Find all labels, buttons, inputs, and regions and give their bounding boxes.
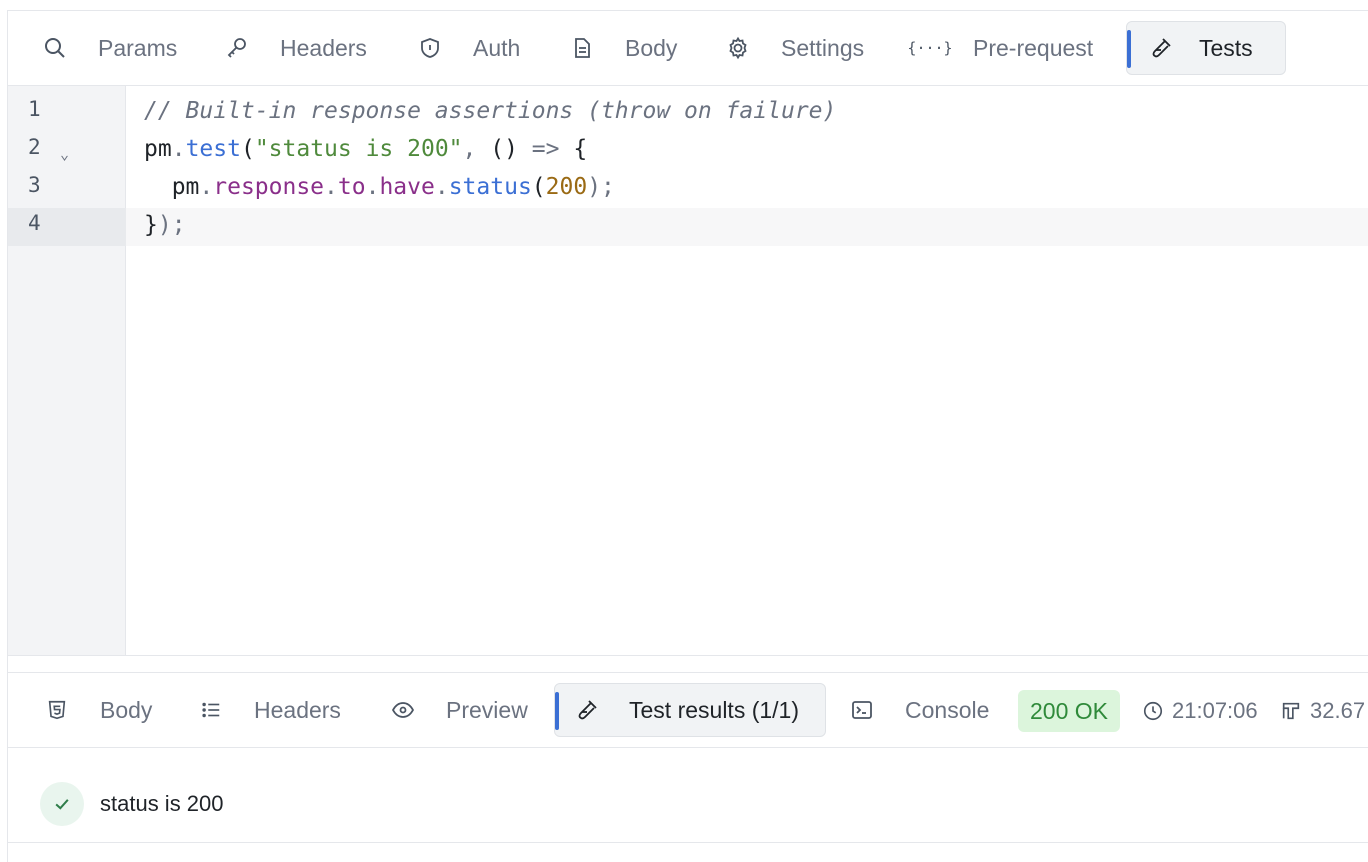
response-size: 32.67 xyxy=(1280,690,1365,732)
tab-tests[interactable]: Tests xyxy=(1126,21,1286,75)
list-icon xyxy=(199,698,223,722)
line-gutter: 1 2 ⌄ 3 4 xyxy=(8,86,126,655)
tab-body[interactable]: Body xyxy=(570,21,677,75)
code-line-4: }); xyxy=(144,212,186,238)
flask-icon xyxy=(575,698,599,722)
line-number: 4 xyxy=(28,211,41,235)
tab-label: Preview xyxy=(446,696,528,723)
clock-icon xyxy=(1142,700,1164,722)
tab-label: Pre-request xyxy=(973,34,1094,61)
tab-settings[interactable]: Settings xyxy=(726,21,864,75)
test-result-name: status is 200 xyxy=(100,791,224,816)
response-time-value: 21:07:06 xyxy=(1172,698,1258,723)
tab-response-headers[interactable]: Headers xyxy=(199,683,341,737)
tab-auth[interactable]: Auth xyxy=(418,21,520,75)
response-time: 21:07:06 xyxy=(1142,690,1258,732)
tab-console[interactable]: Console xyxy=(850,683,989,737)
tab-label: Test results (1/1) xyxy=(629,696,799,723)
response-tabs: Body Headers Preview Test results (1/1) … xyxy=(8,672,1368,748)
tab-label: Console xyxy=(905,696,990,723)
response-size-value: 32.67 xyxy=(1310,698,1366,723)
document-icon xyxy=(570,36,594,60)
size-icon xyxy=(1280,700,1302,722)
tab-label: Body xyxy=(100,696,153,723)
active-gutter-highlight xyxy=(8,208,126,246)
tab-label: Headers xyxy=(280,34,367,61)
tab-label: Body xyxy=(625,34,678,61)
status-badge: 200 OK xyxy=(1018,690,1120,732)
terminal-icon xyxy=(850,698,874,722)
fold-chevron-icon[interactable]: ⌄ xyxy=(60,145,69,163)
request-tabs: Params Headers Auth Body Settings {···} … xyxy=(8,11,1368,86)
test-results-panel: status is 200 xyxy=(8,748,1368,843)
gear-icon xyxy=(726,36,750,60)
tab-headers[interactable]: Headers xyxy=(225,21,367,75)
key-icon xyxy=(225,36,249,60)
html5-icon xyxy=(45,698,69,722)
code-editor[interactable]: 1 2 ⌄ 3 4 // Built-in response assertion… xyxy=(8,86,1368,656)
check-icon xyxy=(40,782,84,826)
tab-prerequest[interactable]: {···} Pre-request xyxy=(907,21,1094,75)
eye-icon xyxy=(391,698,415,722)
tab-label: Auth xyxy=(473,34,521,61)
tab-label: Params xyxy=(98,34,178,61)
tab-response-body[interactable]: Body xyxy=(45,683,152,737)
braces-icon: {···} xyxy=(907,39,953,57)
shield-icon xyxy=(418,36,442,60)
code-line-1: // Built-in response assertions (throw o… xyxy=(144,98,837,124)
code-line-2: pm.test("status is 200", () => { xyxy=(144,136,588,162)
tab-params[interactable]: Params xyxy=(43,21,177,75)
tab-label: Tests xyxy=(1199,34,1253,61)
code-line-3: pm.response.to.have.status(200); xyxy=(144,174,615,200)
tab-test-results[interactable]: Test results (1/1) xyxy=(554,683,826,737)
line-number: 2 xyxy=(28,135,41,159)
tab-label: Settings xyxy=(781,34,865,61)
line-number: 1 xyxy=(28,97,41,121)
active-line-highlight xyxy=(8,208,1368,246)
search-icon xyxy=(43,36,67,60)
tab-response-preview[interactable]: Preview xyxy=(391,683,528,737)
test-result-row: status is 200 xyxy=(40,782,224,826)
line-number: 3 xyxy=(28,173,41,197)
flask-icon xyxy=(1149,36,1173,60)
request-pane: Params Headers Auth Body Settings {···} … xyxy=(7,10,1368,862)
tab-label: Headers xyxy=(254,696,341,723)
